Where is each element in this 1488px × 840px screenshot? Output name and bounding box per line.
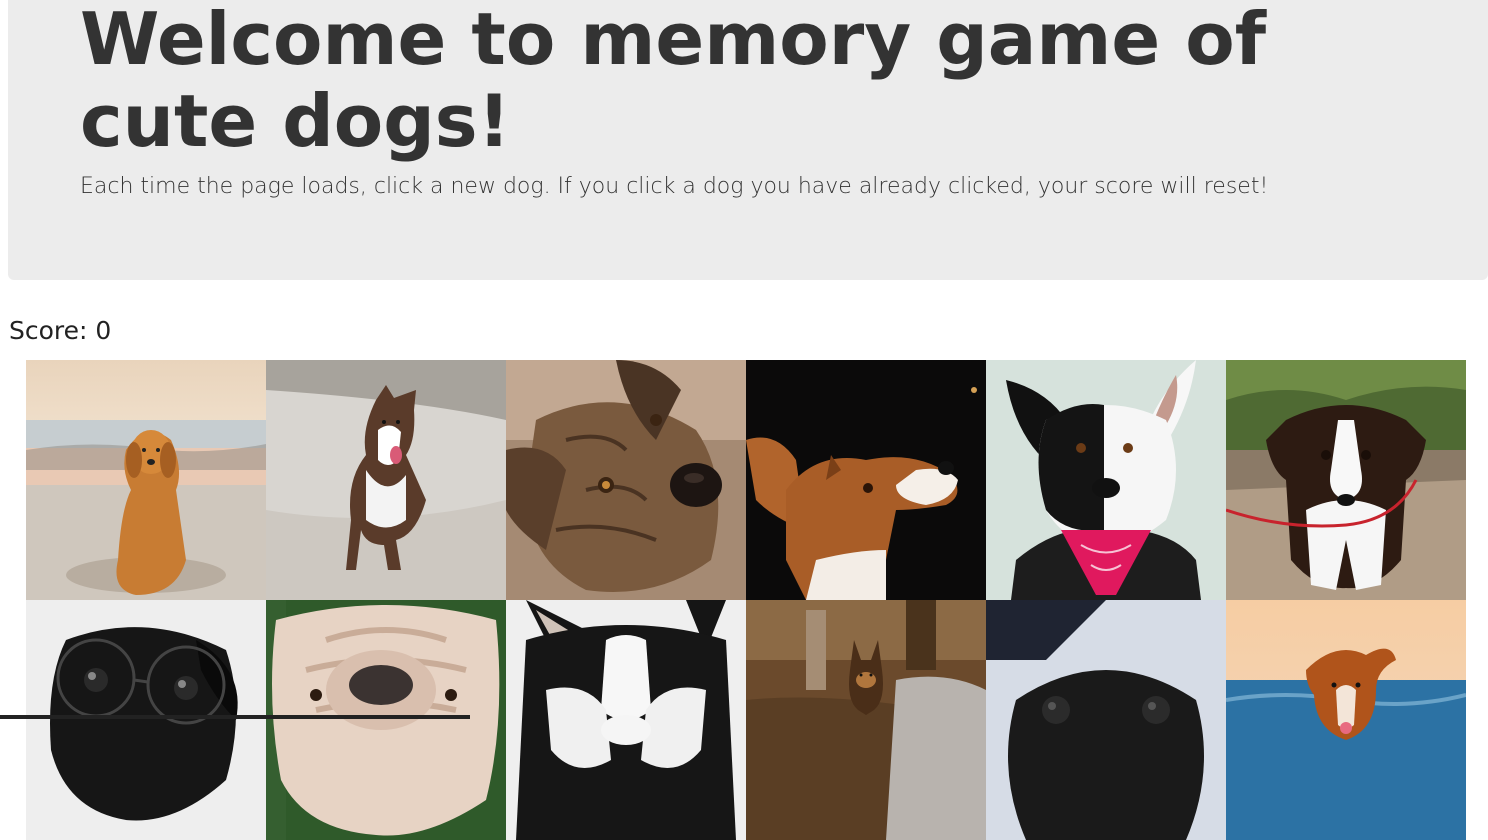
dog-card-australian-shepherd[interactable] (266, 360, 506, 600)
dog-card-border-collie-bandana[interactable] (986, 360, 1226, 600)
dog-image-husky (506, 600, 746, 840)
dog-image-golden-retriever (26, 360, 266, 600)
dog-image-toller (1226, 600, 1466, 840)
instructions-text: Each time the page loads, click a new do… (80, 174, 1269, 199)
dog-card-grid (26, 360, 1466, 840)
dog-image-brindle-dog (506, 360, 746, 600)
dog-card-black-pug[interactable] (986, 600, 1226, 840)
dog-image-brown-white-dog (746, 360, 986, 600)
page-title: Welcome to memory game of cute dogs! (80, 0, 1267, 163)
dog-card-english-bulldog[interactable] (266, 600, 506, 840)
dog-image-border-collie-bandana (986, 360, 1226, 600)
dog-card-border-collie-puppy[interactable] (1226, 360, 1466, 600)
dog-card-brindle-dog[interactable] (506, 360, 746, 600)
jumbotron: Welcome to memory game of cute dogs! Eac… (8, 0, 1488, 280)
dog-image-english-bulldog (266, 600, 506, 840)
score-counter: Score: 0 (9, 316, 112, 345)
dog-image-german-shepherd (746, 600, 986, 840)
dog-card-german-shepherd[interactable] (746, 600, 986, 840)
scroll-indicator-bar (0, 715, 470, 719)
dog-image-pug-with-glasses (26, 600, 266, 840)
dog-card-toller[interactable] (1226, 600, 1466, 840)
dog-card-pug-with-glasses[interactable] (26, 600, 266, 840)
dog-image-black-pug (986, 600, 1226, 840)
dog-card-brown-white-dog[interactable] (746, 360, 986, 600)
dog-image-border-collie-puppy (1226, 360, 1466, 600)
dog-image-australian-shepherd (266, 360, 506, 600)
dog-card-husky[interactable] (506, 600, 746, 840)
dog-card-golden-retriever[interactable] (26, 360, 266, 600)
